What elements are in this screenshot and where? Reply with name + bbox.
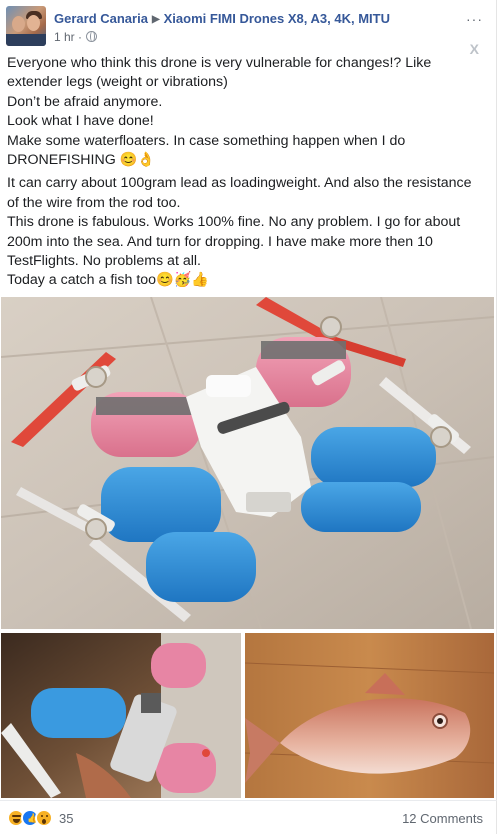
post-text-line: Make some waterfloaters. In case somethi… — [7, 132, 406, 169]
author-avatar[interactable] — [6, 6, 46, 46]
post-footer: 👍 35 12 Comments — [0, 800, 497, 834]
post-timestamp-link[interactable]: 1 hr — [54, 30, 75, 44]
post-meta: 1 hr · — [54, 30, 98, 44]
post-text-line: Don’t be afraid anymore. — [7, 93, 163, 110]
post-paragraph: Everyone who think this drone is very vu… — [7, 54, 487, 170]
reaction-count: 35 — [59, 810, 74, 826]
post-body-text: Everyone who think this drone is very vu… — [7, 54, 487, 295]
post-text-line: It can carry about 100gram lead as loadi… — [7, 175, 472, 211]
post-header: Gerard Canaria ▶ Xiaomi FIMI Drones X8, A3… — [6, 4, 491, 56]
photo-drone-float-closeup[interactable] — [1, 633, 241, 798]
wow-reaction-icon — [35, 809, 53, 827]
post-paragraph: It can carry about 100gram lead as loadi… — [7, 174, 487, 290]
triangle-right-icon: ▶ — [151, 14, 160, 25]
globe-icon — [86, 31, 98, 42]
post-text-line: This drone is fabulous. Works 100% fine.… — [7, 214, 461, 270]
group-name-link[interactable]: Xiaomi FIMI Drones X8, A3, 4K, MITU — [164, 11, 390, 26]
post-text-line: Everyone who think this drone is very vu… — [7, 55, 432, 91]
post-title-line: Gerard Canaria ▶ Xiaomi FIMI Drones X8, A3… — [54, 11, 390, 26]
author-name-link[interactable]: Gerard Canaria — [54, 11, 148, 26]
feed-post: Gerard Canaria ▶ Xiaomi FIMI Drones X8, A3… — [0, 0, 497, 834]
post-text-line: Look what I have done! — [7, 113, 154, 130]
photo-drone-with-floats[interactable] — [1, 297, 494, 629]
post-text-line: Today a catch a fish too😊🥳👍 — [7, 272, 210, 289]
more-options-icon[interactable]: ··· — [466, 12, 483, 26]
comments-count-link[interactable]: 12 Comments — [402, 811, 483, 826]
reaction-summary[interactable]: 👍 35 — [7, 809, 73, 827]
photo-caught-fish[interactable] — [245, 633, 494, 798]
